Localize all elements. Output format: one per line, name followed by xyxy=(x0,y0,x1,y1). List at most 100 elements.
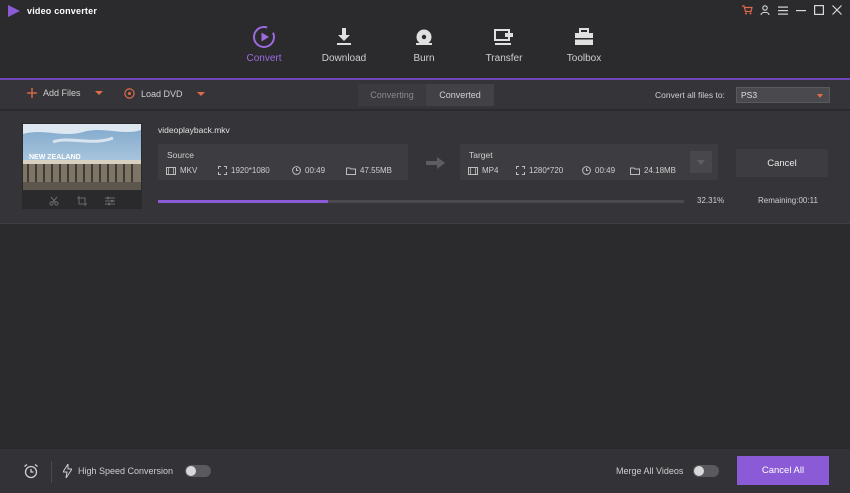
title-bar: video converter Convert Download Burn Tr… xyxy=(0,0,850,80)
app-logo-icon xyxy=(8,5,20,17)
load-dvd-dropdown-caret[interactable] xyxy=(196,91,205,96)
target-info-row: MP4 1280*720 00:49 24.18MB xyxy=(468,166,676,175)
toolbar: Add Files Load DVD Converting Converted … xyxy=(0,80,850,110)
nav-convert-label: Convert xyxy=(246,53,282,64)
convert-all-format-select[interactable]: PS3 xyxy=(736,87,830,103)
resolution-icon xyxy=(218,166,227,175)
convert-icon xyxy=(252,22,276,52)
source-format-value: MKV xyxy=(180,166,198,175)
plus-icon xyxy=(27,88,37,98)
convert-arrow-icon xyxy=(426,157,445,169)
merge-all-videos: Merge All Videos xyxy=(616,465,720,477)
cart-icon[interactable] xyxy=(740,3,754,17)
thumbnail-overlay-text: NEW ZEALAND xyxy=(29,154,81,161)
clock-icon xyxy=(292,166,301,175)
crop-icon[interactable] xyxy=(77,196,87,206)
target-format: MP4 xyxy=(468,166,516,175)
schedule-alarm-button[interactable] xyxy=(23,463,39,479)
nav-download[interactable]: Download xyxy=(304,18,384,80)
source-resolution-value: 1920*1080 xyxy=(231,166,270,175)
nav-transfer[interactable]: Transfer xyxy=(464,18,544,80)
source-format: MKV xyxy=(166,166,218,175)
status-tabs: Converting Converted xyxy=(358,84,494,106)
conversion-progress-bar xyxy=(158,200,684,203)
convert-all-label: Convert all files to: xyxy=(655,90,725,100)
bottom-divider xyxy=(51,461,52,483)
download-icon xyxy=(335,22,353,52)
nav-burn-label: Burn xyxy=(413,53,435,64)
nav-toolbox[interactable]: Toolbox xyxy=(544,18,624,80)
add-files-dropdown-caret[interactable] xyxy=(94,91,103,95)
target-resolution-value: 1280*720 xyxy=(529,166,564,175)
nav-transfer-label: Transfer xyxy=(485,53,523,64)
dvd-icon xyxy=(124,88,135,99)
target-format-value: MP4 xyxy=(482,166,499,175)
toolbox-icon xyxy=(573,22,595,52)
target-size: 24.18MB xyxy=(630,166,676,175)
alarm-clock-icon xyxy=(24,463,38,479)
target-size-value: 24.18MB xyxy=(644,166,677,175)
source-duration: 00:49 xyxy=(292,166,346,175)
trim-scissors-icon[interactable] xyxy=(49,196,59,206)
remaining-time: Remaining:00:11 xyxy=(758,196,818,205)
maximize-icon[interactable] xyxy=(812,3,826,17)
video-thumbnail[interactable]: NEW ZEALAND xyxy=(22,123,142,209)
chevron-down-icon xyxy=(697,159,705,165)
file-name: videoplayback.mkv xyxy=(158,125,230,135)
nav-toolbox-label: Toolbox xyxy=(566,53,602,64)
transfer-icon xyxy=(493,22,515,52)
source-label: Source xyxy=(167,150,194,160)
progress-fill xyxy=(158,200,328,203)
source-size: 47.55MB xyxy=(346,166,392,175)
add-files-label: Add Files xyxy=(43,88,81,98)
window-controls xyxy=(740,3,844,17)
thumbnail-tools xyxy=(22,193,142,209)
film-icon xyxy=(166,166,176,175)
thumbnail-image: NEW ZEALAND xyxy=(23,124,141,190)
cancel-button[interactable]: Cancel xyxy=(736,149,828,177)
effects-settings-icon[interactable] xyxy=(105,196,115,206)
main-nav: Convert Download Burn Transfer Toolbox xyxy=(224,18,624,80)
source-info-panel: Source MKV 1920*1080 00:49 47.55MB xyxy=(158,144,408,180)
load-dvd-label: Load DVD xyxy=(141,88,183,99)
target-resolution: 1280*720 xyxy=(516,166,582,175)
clock-icon xyxy=(582,166,591,175)
nav-convert[interactable]: Convert xyxy=(224,18,304,80)
high-speed-label: High Speed Conversion xyxy=(78,466,174,476)
target-label: Target xyxy=(469,150,493,160)
target-duration: 00:49 xyxy=(582,166,630,175)
file-list-item: NEW ZEALAND videoplayback.mkv Source MKV xyxy=(0,111,850,224)
folder-icon xyxy=(346,167,356,175)
high-speed-conversion: High Speed Conversion xyxy=(63,464,212,478)
target-duration-value: 00:49 xyxy=(595,166,616,175)
convert-all-format-value: PS3 xyxy=(741,90,758,100)
resolution-icon xyxy=(516,166,525,175)
nav-download-label: Download xyxy=(321,53,367,64)
tab-converted[interactable]: Converted xyxy=(426,84,494,106)
cancel-all-button[interactable]: Cancel All xyxy=(737,456,829,485)
high-speed-toggle[interactable] xyxy=(185,465,212,477)
merge-all-label: Merge All Videos xyxy=(616,466,684,476)
film-icon xyxy=(468,166,478,175)
minimize-icon[interactable] xyxy=(794,3,808,17)
source-duration-value: 00:49 xyxy=(305,166,326,175)
tab-converting[interactable]: Converting xyxy=(358,84,426,106)
menu-icon[interactable] xyxy=(776,3,790,17)
add-files-button[interactable]: Add Files xyxy=(27,88,103,98)
folder-icon xyxy=(630,167,640,175)
target-format-dropdown[interactable] xyxy=(690,151,712,173)
nav-burn[interactable]: Burn xyxy=(384,18,464,80)
merge-all-toggle[interactable] xyxy=(693,465,720,477)
chevron-down-icon xyxy=(817,94,823,98)
source-info-row: MKV 1920*1080 00:49 47.55MB xyxy=(166,166,392,175)
source-size-value: 47.55MB xyxy=(360,166,393,175)
lightning-icon xyxy=(63,464,72,478)
source-resolution: 1920*1080 xyxy=(218,166,292,175)
load-dvd-button[interactable]: Load DVD xyxy=(124,88,205,99)
progress-percent: 32.31% xyxy=(697,196,725,205)
user-icon[interactable] xyxy=(758,3,772,17)
burn-disc-icon xyxy=(414,22,434,52)
app-title: video converter xyxy=(27,6,98,16)
target-info-panel: Target MP4 1280*720 00:49 24.18MB xyxy=(460,144,718,180)
close-icon[interactable] xyxy=(830,3,844,17)
